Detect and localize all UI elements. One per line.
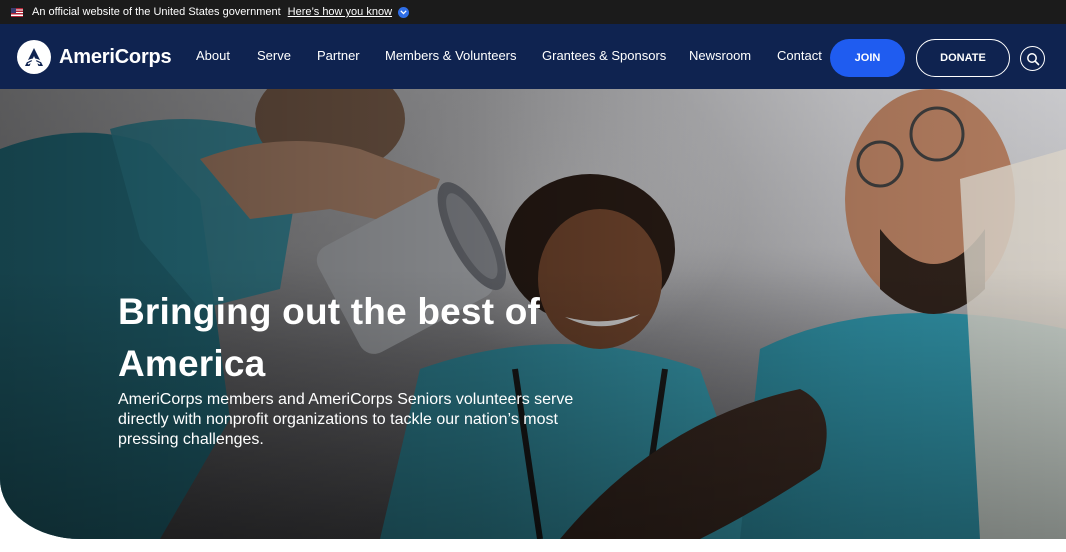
logo-text: AmeriCorps [59,45,172,68]
nav-item-members-volunteers[interactable]: Members & Volunteers [385,48,517,63]
nav-item-newsroom[interactable]: Newsroom [689,48,751,63]
gov-banner-text: An official website of the United States… [32,6,281,18]
donate-button[interactable]: DONATE [916,39,1010,77]
chevron-down-icon[interactable] [398,6,410,18]
site-header: AmeriCorps About Serve Partner Members &… [0,24,1066,89]
nav-item-serve[interactable]: Serve [257,48,291,63]
nav-item-about[interactable]: About [196,48,230,63]
heres-how-you-know-link[interactable]: Here’s how you know [288,6,392,18]
hero-title: Bringing out the best of America [118,291,541,384]
join-button[interactable]: JOIN [830,39,905,77]
hero-subtitle: AmeriCorps members and AmeriCorps Senior… [118,391,574,448]
nav-item-contact[interactable]: Contact [777,48,822,63]
nav-item-partner[interactable]: Partner [317,48,360,63]
nav-item-grantees-sponsors[interactable]: Grantees & Sponsors [542,48,666,63]
americorps-logo-icon [17,40,51,74]
search-icon [1026,52,1039,65]
hero-section: Bringing out the best of America AmeriCo… [0,89,1066,539]
americorps-logo[interactable]: AmeriCorps [17,40,172,74]
gov-banner: An official website of the United States… [0,0,1066,24]
us-flag-icon [11,7,23,17]
search-button[interactable] [1020,46,1045,71]
